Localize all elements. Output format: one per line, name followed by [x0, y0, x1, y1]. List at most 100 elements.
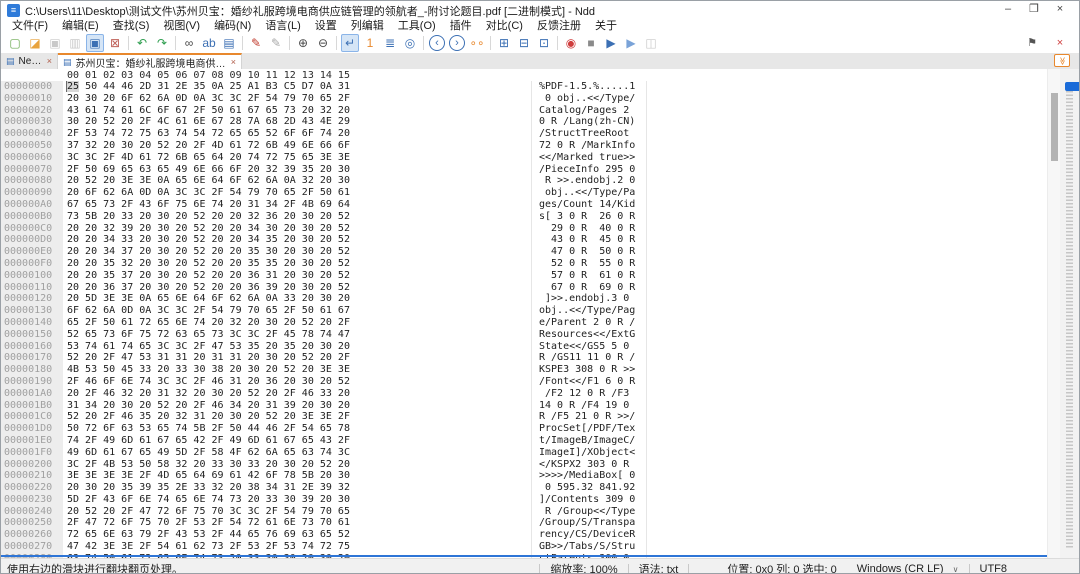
hex-bytes[interactable]: 65 2F 50 61 72 65 6E 74 20 32 20 30 20 5… [67, 317, 350, 329]
hex-bytes[interactable]: 74 2F 49 6D 61 67 65 42 2F 49 6D 61 67 6… [67, 435, 350, 447]
ascii-line[interactable]: Catalog/Pages 2 [532, 105, 646, 117]
hex-row[interactable]: 000001D050 72 6F 63 53 65 74 5B 2F 50 44… [1, 423, 531, 435]
menu-item-8[interactable]: 工具(O) [391, 19, 443, 33]
hex-row[interactable]: 0000001020 30 20 6F 62 6A 0D 0A 3C 3C 2F… [1, 93, 531, 105]
hex-row[interactable]: 000002502F 47 72 6F 75 70 2F 53 2F 54 72… [1, 517, 531, 529]
block-page-slider[interactable] [1060, 69, 1080, 558]
hex-bytes[interactable]: 53 74 61 74 65 3C 3C 2F 47 53 35 20 35 2… [67, 341, 350, 353]
ascii-line[interactable]: %PDF-1.5.%.....1 [532, 81, 646, 93]
ascii-line[interactable]: KSPE3 308 0 R >> [532, 364, 646, 376]
line-numbers-icon[interactable]: 1 [361, 34, 379, 52]
hex-bytes[interactable]: 73 5B 20 33 20 30 20 52 20 20 32 36 20 3… [67, 211, 350, 223]
split-view-icon[interactable]: ⊞ [495, 34, 513, 52]
hex-row[interactable]: 0000027047 42 3E 3E 2F 54 61 62 73 2F 53… [1, 541, 531, 553]
close-tab-icon[interactable]: × [231, 57, 236, 67]
hex-bytes[interactable]: 30 20 52 20 2F 4C 61 6E 67 28 7A 68 2D 4… [67, 116, 350, 128]
replace-icon[interactable]: ab [200, 34, 218, 52]
hex-bytes[interactable]: 20 2F 46 32 20 31 32 20 30 20 52 20 2F 4… [67, 388, 350, 400]
menu-item-3[interactable]: 视图(V) [156, 19, 207, 33]
hex-row[interactable]: 0000011020 20 36 37 20 30 20 52 20 20 36… [1, 282, 531, 294]
hex-row[interactable]: 0000022020 30 20 35 39 35 2E 33 32 20 38… [1, 482, 531, 494]
menu-item-5[interactable]: 语言(L) [258, 19, 307, 33]
menu-item-1[interactable]: 编辑(E) [55, 19, 106, 33]
stop-macro-icon[interactable]: ■ [582, 34, 600, 52]
hex-row[interactable]: 000001804B 53 50 45 33 20 33 30 38 20 30… [1, 364, 531, 376]
hex-bytes[interactable]: 37 32 20 30 20 52 20 2F 4D 61 72 6B 49 6… [67, 140, 350, 152]
hex-row[interactable]: 0000012020 5D 3E 3E 0A 65 6E 64 6F 62 6A… [1, 293, 531, 305]
zoom-in-icon[interactable]: ⊕ [294, 34, 312, 52]
menu-item-4[interactable]: 编码(N) [207, 19, 258, 33]
save-macro-icon[interactable]: ◫ [642, 34, 660, 52]
block-page-slider-handle[interactable] [1065, 82, 1080, 91]
ascii-line[interactable]: s[ 3 0 R 26 0 R [532, 211, 646, 223]
ascii-line[interactable]: obj..<</Type/Pag [532, 305, 646, 317]
nav-back-icon[interactable]: ‹ [429, 35, 445, 51]
hex-row[interactable]: 000001902F 46 6F 6E 74 3C 3C 2F 46 31 20… [1, 376, 531, 388]
ascii-line[interactable]: 47 0 R 50 0 R [532, 246, 646, 258]
ascii-line[interactable]: /Font<</F1 6 0 R [532, 376, 646, 388]
status-eol-select[interactable]: Windows (CR LF) ∨ [847, 563, 969, 574]
hex-bytes[interactable]: 20 30 20 6F 62 6A 0D 0A 3C 3C 2F 54 79 7… [67, 93, 350, 105]
hex-bytes[interactable]: 20 20 34 37 20 30 20 52 20 20 35 30 20 3… [67, 246, 350, 258]
ascii-line[interactable]: 0 obj..<</Type/ [532, 93, 646, 105]
ascii-line[interactable]: 43 0 R 45 0 R [532, 234, 646, 246]
indent-guides-icon[interactable]: ≣ [381, 34, 399, 52]
hex-row[interactable]: 000001E074 2F 49 6D 61 67 65 42 2F 49 6D… [1, 435, 531, 447]
hex-bytes[interactable]: 20 52 20 2F 47 72 6F 75 70 3C 3C 2F 54 7… [67, 506, 350, 518]
mark-pencil-icon[interactable]: ✎ [247, 34, 265, 52]
hex-row[interactable]: 000001C052 20 2F 46 35 20 32 31 20 30 20… [1, 411, 531, 423]
restore-button[interactable]: ❐ [1021, 1, 1047, 19]
ascii-line[interactable]: /F2 12 0 R /F3 [532, 388, 646, 400]
ascii-line[interactable]: /StructTreeRoot [532, 128, 646, 140]
hex-row[interactable]: 0000005037 32 20 30 20 52 20 2F 4D 61 72… [1, 140, 531, 152]
ascii-line[interactable]: /PieceInfo 295 0 [532, 164, 646, 176]
hex-row[interactable]: 0000010020 20 35 37 20 30 20 52 20 20 36… [1, 270, 531, 282]
ascii-line[interactable]: ProcSet[/PDF/Tex [532, 423, 646, 435]
ascii-line[interactable]: Resources<</ExtG [532, 329, 646, 341]
hex-row[interactable]: 000000402F 53 74 72 75 63 74 54 72 65 65… [1, 128, 531, 140]
hex-row[interactable]: 0000014065 2F 50 61 72 65 6E 74 20 32 20… [1, 317, 531, 329]
pin-toolbar-icon[interactable]: ⚑ [1023, 34, 1041, 52]
ascii-line[interactable]: 0 595.32 841.92 [532, 482, 646, 494]
hex-bytes[interactable]: 5D 2F 43 6F 6E 74 65 6E 74 73 20 33 30 3… [67, 494, 350, 506]
ascii-line[interactable]: obj..<</Type/Pa [532, 187, 646, 199]
open-file-icon[interactable]: ◪ [26, 34, 44, 52]
hex-row[interactable]: 000000A067 65 73 2F 43 6F 75 6E 74 20 31… [1, 199, 531, 211]
hex-row[interactable]: 0000002043 61 74 61 6C 6F 67 2F 50 61 67… [1, 105, 531, 117]
hex-bytes[interactable]: 49 6D 61 67 65 49 5D 2F 58 4F 62 6A 65 6… [67, 447, 350, 459]
ascii-line[interactable]: 52 0 R 55 0 R [532, 258, 646, 270]
undo-icon[interactable]: ↶ [133, 34, 151, 52]
hex-bytes[interactable]: 2F 50 69 65 63 65 49 6E 66 6F 20 32 39 3… [67, 164, 350, 176]
ascii-line[interactable]: ges/Count 14/Kid [532, 199, 646, 211]
hex-bytes[interactable]: 4B 53 50 45 33 20 33 30 38 20 30 20 52 2… [67, 364, 350, 376]
menu-item-0[interactable]: 文件(F) [5, 19, 55, 33]
hex-bytes[interactable]: 20 20 34 33 20 30 20 52 20 20 34 35 20 3… [67, 234, 350, 246]
zoom-out-icon[interactable]: ⊖ [314, 34, 332, 52]
more-tools-icon[interactable]: ∘∘ [468, 34, 486, 52]
find-in-files-icon[interactable]: ▤ [220, 34, 238, 52]
ascii-line[interactable]: R >>.endobj.2 0 [532, 175, 646, 187]
play-macro-icon[interactable]: ▶ [602, 34, 620, 52]
hex-row[interactable]: 000002003C 2F 4B 53 50 58 32 20 33 30 33… [1, 459, 531, 471]
hex-bytes[interactable]: 47 42 3E 3E 2F 54 61 62 73 2F 53 2F 53 7… [67, 541, 350, 553]
hex-bytes[interactable]: 3C 3C 2F 4D 61 72 6B 65 64 20 74 72 75 6… [67, 152, 350, 164]
ascii-line[interactable]: </KSPX2 303 0 R [532, 459, 646, 471]
save-icon[interactable]: ▣ [46, 34, 64, 52]
hex-bytes[interactable]: 72 65 6E 63 79 2F 43 53 2F 44 65 76 69 6… [67, 529, 350, 541]
hex-row[interactable]: 000000702F 50 69 65 63 65 49 6E 66 6F 20… [1, 164, 531, 176]
vertical-scrollbar[interactable] [1047, 69, 1060, 558]
hex-row[interactable]: 0000026072 65 6E 63 79 2F 43 53 2F 44 65… [1, 529, 531, 541]
hex-bytes[interactable]: 2F 47 72 6F 75 70 2F 53 2F 54 72 61 6E 7… [67, 517, 350, 529]
ascii-line[interactable]: >>>>/MediaBox[ 0 [532, 470, 646, 482]
menu-item-7[interactable]: 列编辑 [344, 19, 391, 33]
hex-bytes[interactable]: 20 6F 62 6A 0D 0A 3C 3C 2F 54 79 70 65 2… [67, 187, 350, 199]
vertical-scrollbar-thumb[interactable] [1051, 93, 1058, 161]
hex-row[interactable]: 0000008020 52 20 3E 3E 0A 65 6E 64 6F 62… [1, 175, 531, 187]
ascii-line[interactable]: ]/Contents 309 0 [532, 494, 646, 506]
ascii-line[interactable]: 57 0 R 61 0 R [532, 270, 646, 282]
file-info-icon[interactable]: ⊟ [515, 34, 533, 52]
hex-bytes[interactable]: 52 20 2F 47 53 31 31 20 31 31 20 30 20 5… [67, 352, 350, 364]
hex-row[interactable]: 0000003030 20 52 20 2F 4C 61 6E 67 28 7A… [1, 116, 531, 128]
hex-bytes[interactable]: 43 61 74 61 6C 6F 67 2F 50 61 67 65 73 2… [67, 105, 350, 117]
hex-row[interactable]: 000000603C 3C 2F 4D 61 72 6B 65 64 20 74… [1, 152, 531, 164]
